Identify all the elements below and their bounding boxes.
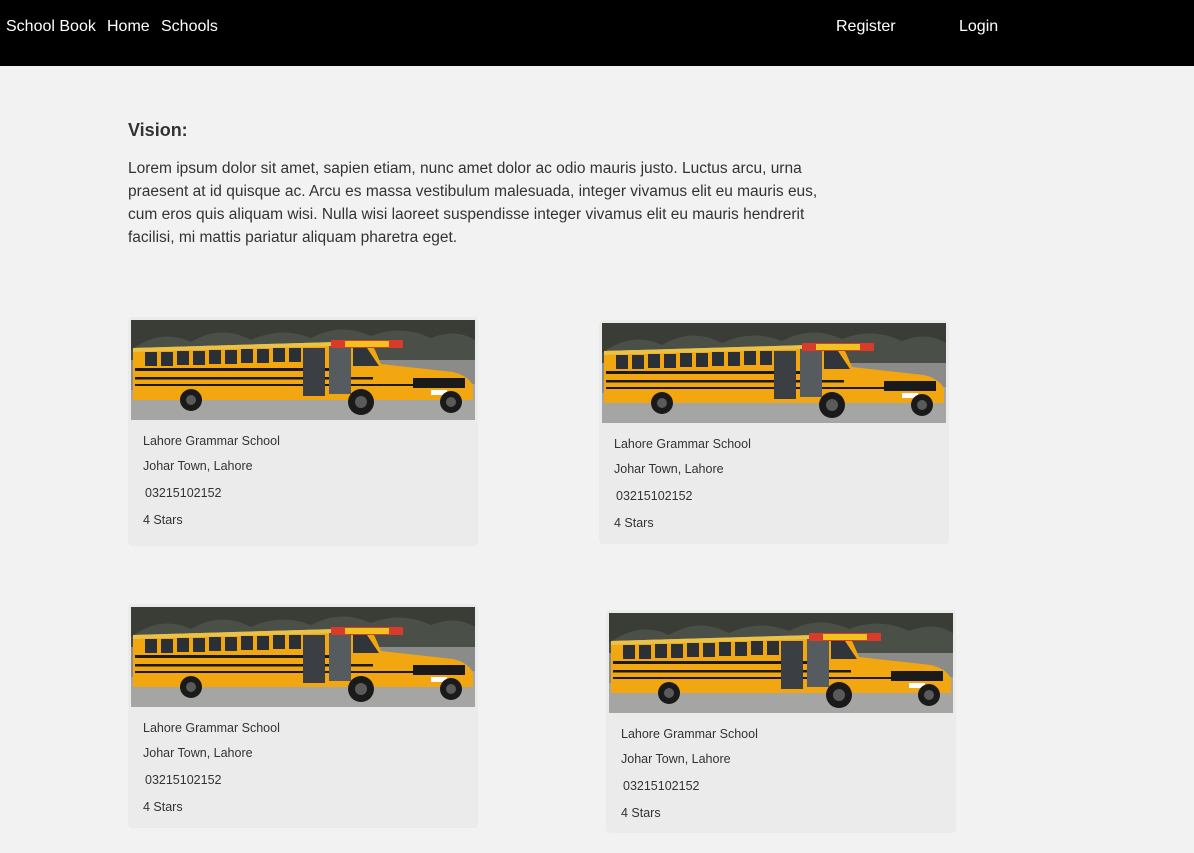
register-link[interactable]: Register	[836, 17, 896, 37]
school-card[interactable]: Lahore Grammar School Johar Town, Lahore…	[128, 317, 478, 546]
vision-title: Vision:	[128, 120, 188, 140]
login-link[interactable]: Login	[959, 17, 998, 37]
school-address: Johar Town, Lahore	[143, 459, 253, 473]
school-rating: 4 Stars	[143, 513, 183, 527]
school-rating: 4 Stars	[143, 800, 183, 814]
school-bus-photo	[609, 613, 953, 713]
school-card[interactable]: Lahore Grammar School Johar Town, Lahore…	[128, 604, 478, 828]
school-bus-photo	[602, 323, 946, 423]
school-phone: 03215102152	[623, 779, 700, 793]
school-phone: 03215102152	[616, 489, 693, 503]
school-phone: 03215102152	[145, 773, 222, 787]
navbar: School Book Home Schools Register Login	[0, 0, 1194, 66]
school-name: Lahore Grammar School	[143, 721, 280, 735]
nav-schools-link[interactable]: Schools	[161, 17, 218, 37]
school-card[interactable]: Lahore Grammar School Johar Town, Lahore…	[606, 610, 956, 833]
school-rating: 4 Stars	[614, 516, 654, 530]
brand-link[interactable]: School Book	[6, 17, 96, 37]
school-name: Lahore Grammar School	[614, 437, 751, 451]
vision-text: Lorem ipsum dolor sit amet, sapien etiam…	[128, 160, 818, 246]
school-bus-photo	[131, 320, 475, 420]
nav-home-link[interactable]: Home	[107, 17, 150, 37]
school-address: Johar Town, Lahore	[621, 752, 731, 766]
school-address: Johar Town, Lahore	[614, 462, 724, 476]
school-phone: 03215102152	[145, 486, 222, 500]
school-address: Johar Town, Lahore	[143, 746, 253, 760]
school-name: Lahore Grammar School	[143, 434, 280, 448]
school-bus-photo	[131, 607, 475, 707]
school-card[interactable]: Lahore Grammar School Johar Town, Lahore…	[599, 320, 949, 544]
school-rating: 4 Stars	[621, 806, 661, 820]
school-name: Lahore Grammar School	[621, 727, 758, 741]
